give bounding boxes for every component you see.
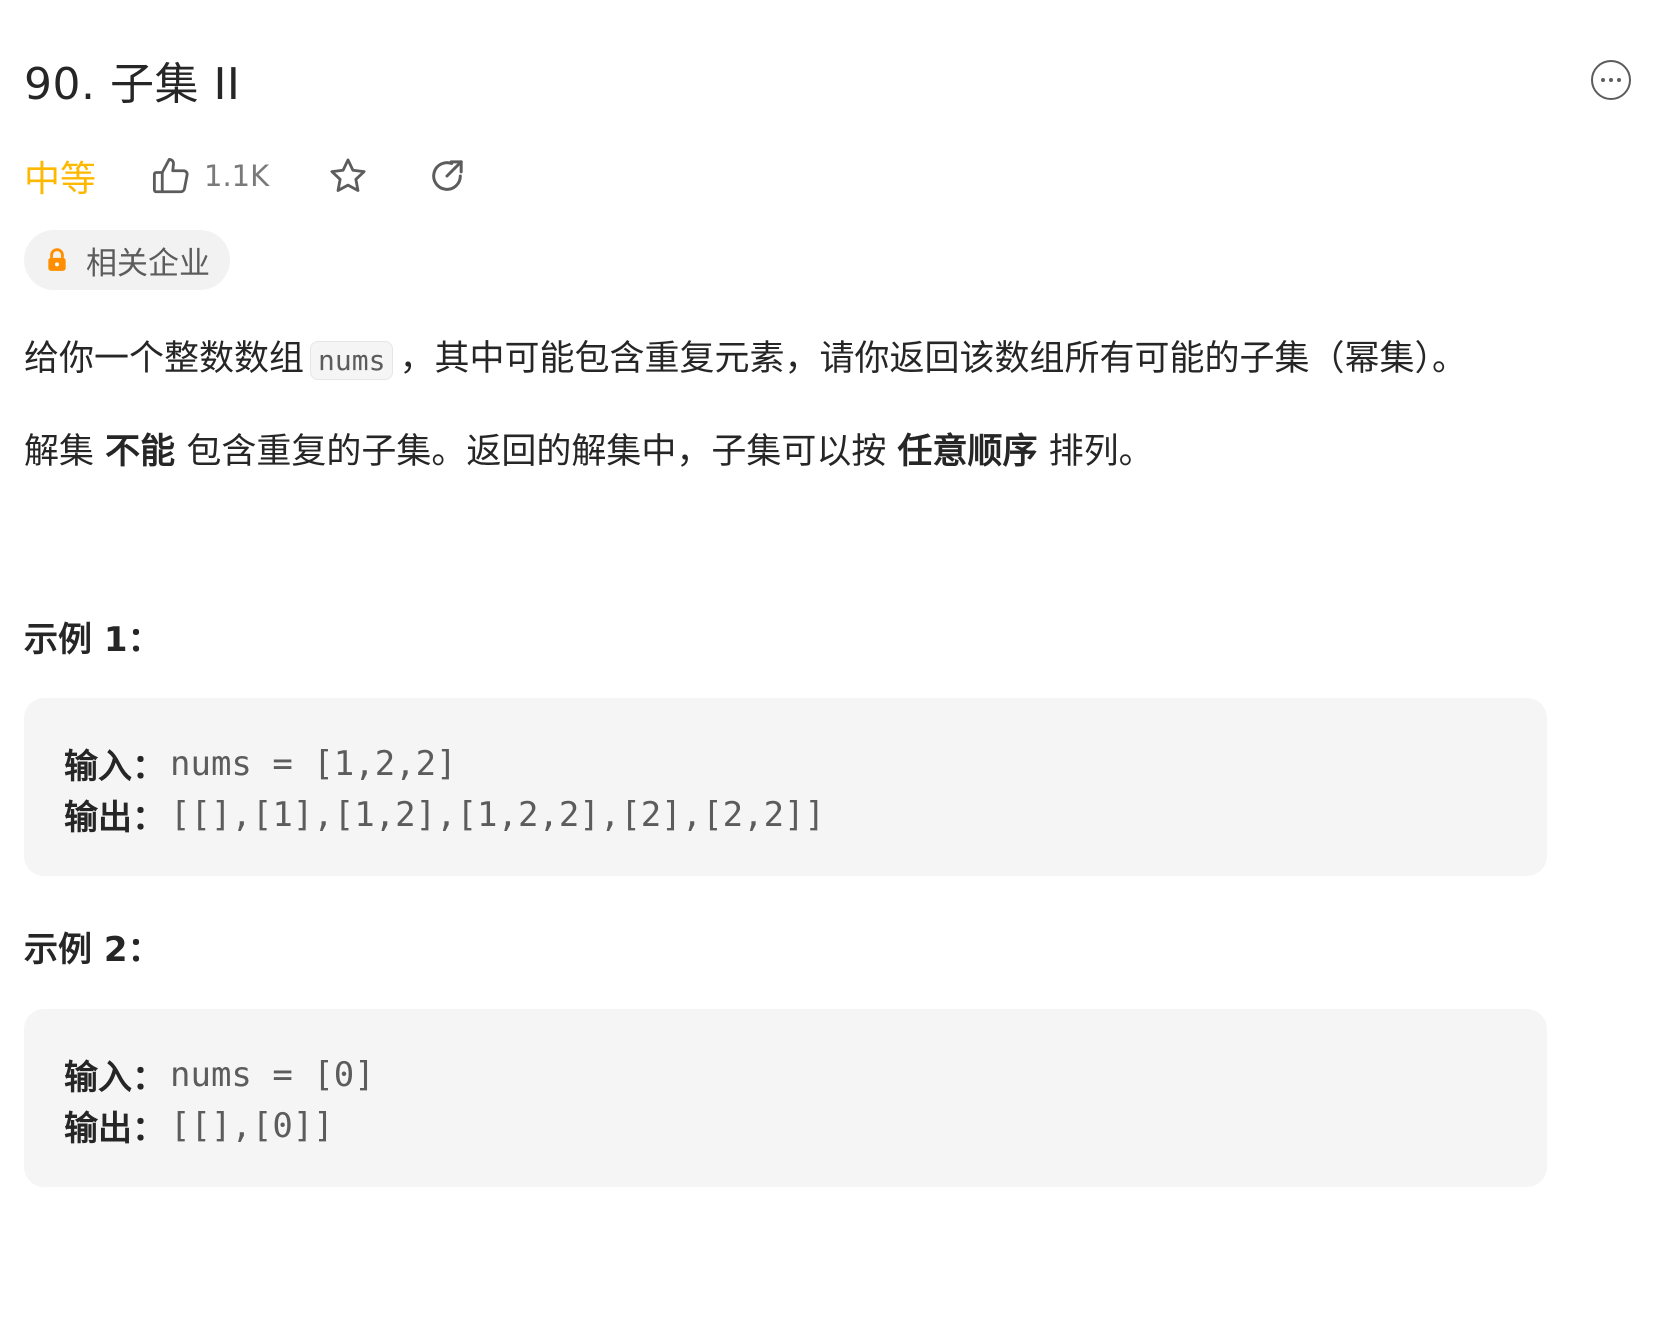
output-label: 输出：: [64, 798, 166, 838]
related-companies-tag[interactable]: 相关企业: [24, 230, 230, 290]
desc-text: ，其中可能包含重复元素，请你返回该数组所有可能的子集（幂集）。: [399, 339, 1467, 379]
related-companies-label: 相关企业: [86, 245, 210, 282]
inline-code-nums: nums: [310, 341, 394, 380]
more-dot: [1609, 78, 1613, 82]
example-input-line: 输入： nums = [0]: [64, 1049, 1507, 1100]
example-input-line: 输入： nums = [1,2,2]: [64, 738, 1507, 789]
example-output-line: 输出： [[],[0]]: [64, 1100, 1507, 1151]
example-output-line: 输出： [[],[1],[1,2],[1,2,2],[2],[2,2]]: [64, 789, 1507, 840]
lock-icon: [44, 247, 86, 273]
star-icon: [327, 155, 369, 197]
description-paragraph-1: 给你一个整数数组 nums ，其中可能包含重复元素，请你返回该数组所有可能的子集（幂…: [24, 334, 1631, 386]
meta-row: 中等 1.1K: [24, 148, 467, 204]
thumbs-up-icon: [150, 155, 192, 197]
difficulty-badge[interactable]: 中等: [24, 150, 96, 202]
example-2-box: 输入： nums = [0] 输出： [[],[0]]: [24, 1009, 1547, 1187]
example-2-title: 示例 2：: [24, 930, 162, 970]
output-label: 输出：: [64, 1109, 166, 1149]
example-1-title: 示例 1：: [24, 620, 162, 660]
title-row: 90. 子集 II: [24, 48, 1631, 112]
example-1-box: 输入： nums = [1,2,2] 输出： [[],[1],[1,2],[1,…: [24, 698, 1547, 876]
more-dot: [1617, 78, 1621, 82]
emphasis-text: 任意顺序: [897, 432, 1038, 472]
output-value: [[],[1],[1,2],[1,2,2],[2],[2,2]]: [170, 794, 826, 835]
problem-title: 90. 子集 II: [24, 59, 241, 110]
desc-text: 解集: [24, 432, 95, 472]
share-icon: [427, 156, 467, 196]
input-value: nums = [0]: [170, 1054, 375, 1095]
desc-text: 排列。: [1048, 432, 1154, 472]
more-options-button[interactable]: [1591, 60, 1631, 100]
input-label: 输入：: [64, 747, 166, 787]
description-paragraph-2: 解集 不能 包含重复的子集。返回的解集中，子集可以按 任意顺序 排列。: [24, 427, 1631, 477]
like-button[interactable]: 1.1K: [150, 155, 269, 197]
favorite-button[interactable]: [327, 155, 369, 197]
emphasis-text: 不能: [105, 432, 176, 472]
input-value: nums = [1,2,2]: [170, 743, 457, 784]
output-value: [[],[0]]: [170, 1105, 334, 1146]
input-label: 输入：: [64, 1058, 166, 1098]
desc-text: 包含重复的子集。返回的解集中，子集可以按: [186, 432, 887, 472]
like-count: 1.1K: [204, 159, 270, 193]
problem-page: 90. 子集 II 中等 1.1K 相关企业 给你一个整数数组 nums ，其中…: [0, 0, 1655, 1330]
share-button[interactable]: [427, 156, 467, 196]
more-horizontal-icon: [1601, 78, 1605, 82]
desc-text: 给你一个整数数组: [24, 339, 305, 379]
